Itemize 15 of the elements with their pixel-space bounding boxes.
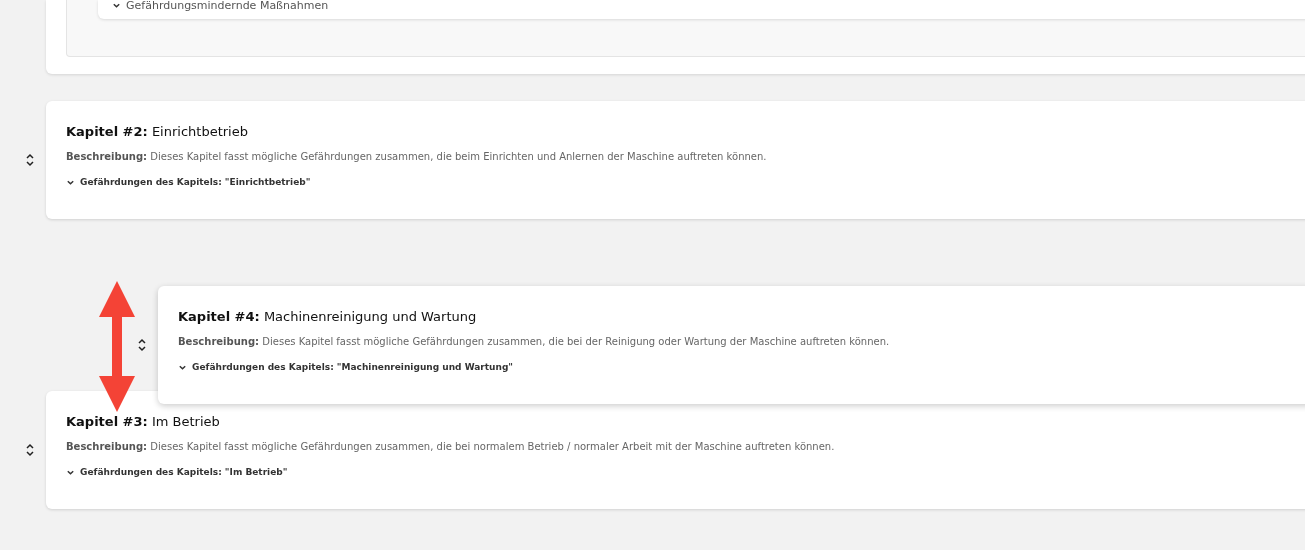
chapter-description: Beschreibung: Dieses Kapitel fasst mögliche Gefährdungen zusammen, die bei normalem Betrieb / normaler Arbeit mit der Maschine auftreten können. [66, 440, 836, 454]
hazards-toggle[interactable]: Gefährdungen des Kapitels: "Machinenreinigung und Wartung" [178, 362, 514, 372]
chapter-description: Beschreibung: Dieses Kapitel fasst mögliche Gefährdungen zusammen, die beim Einrichten und Anlernen der Maschine auftreten können. [66, 150, 768, 164]
chapter-heading: Kapitel #4: Machinenreinigung und Wartung [178, 308, 478, 326]
sort-handle-icon[interactable] [25, 153, 35, 167]
chapter-heading: Kapitel #2: Einrichtbetrieb [66, 123, 249, 141]
hazards-toggle[interactable]: Gefährdungen des Kapitels: "Einrichtbetrieb" [66, 177, 311, 187]
chapter-description: Beschreibung: Dieses Kapitel fasst mögliche Gefährdungen zusammen, die bei der Reinigung oder Wartung der Maschine auftreten können. [178, 335, 891, 349]
sort-handle-icon[interactable] [137, 338, 147, 352]
sort-handle-icon[interactable] [25, 443, 35, 457]
chapter-heading: Kapitel #3: Im Betrieb [66, 413, 221, 431]
chevron-down-icon [112, 1, 121, 10]
hazards-toggle[interactable]: Gefährdungen des Kapitels: "Im Betrieb" [66, 467, 288, 477]
measures-toggle[interactable]: Gefährdungsmindernde Maßnahmen [112, 0, 329, 12]
double-arrow-icon [98, 281, 136, 412]
